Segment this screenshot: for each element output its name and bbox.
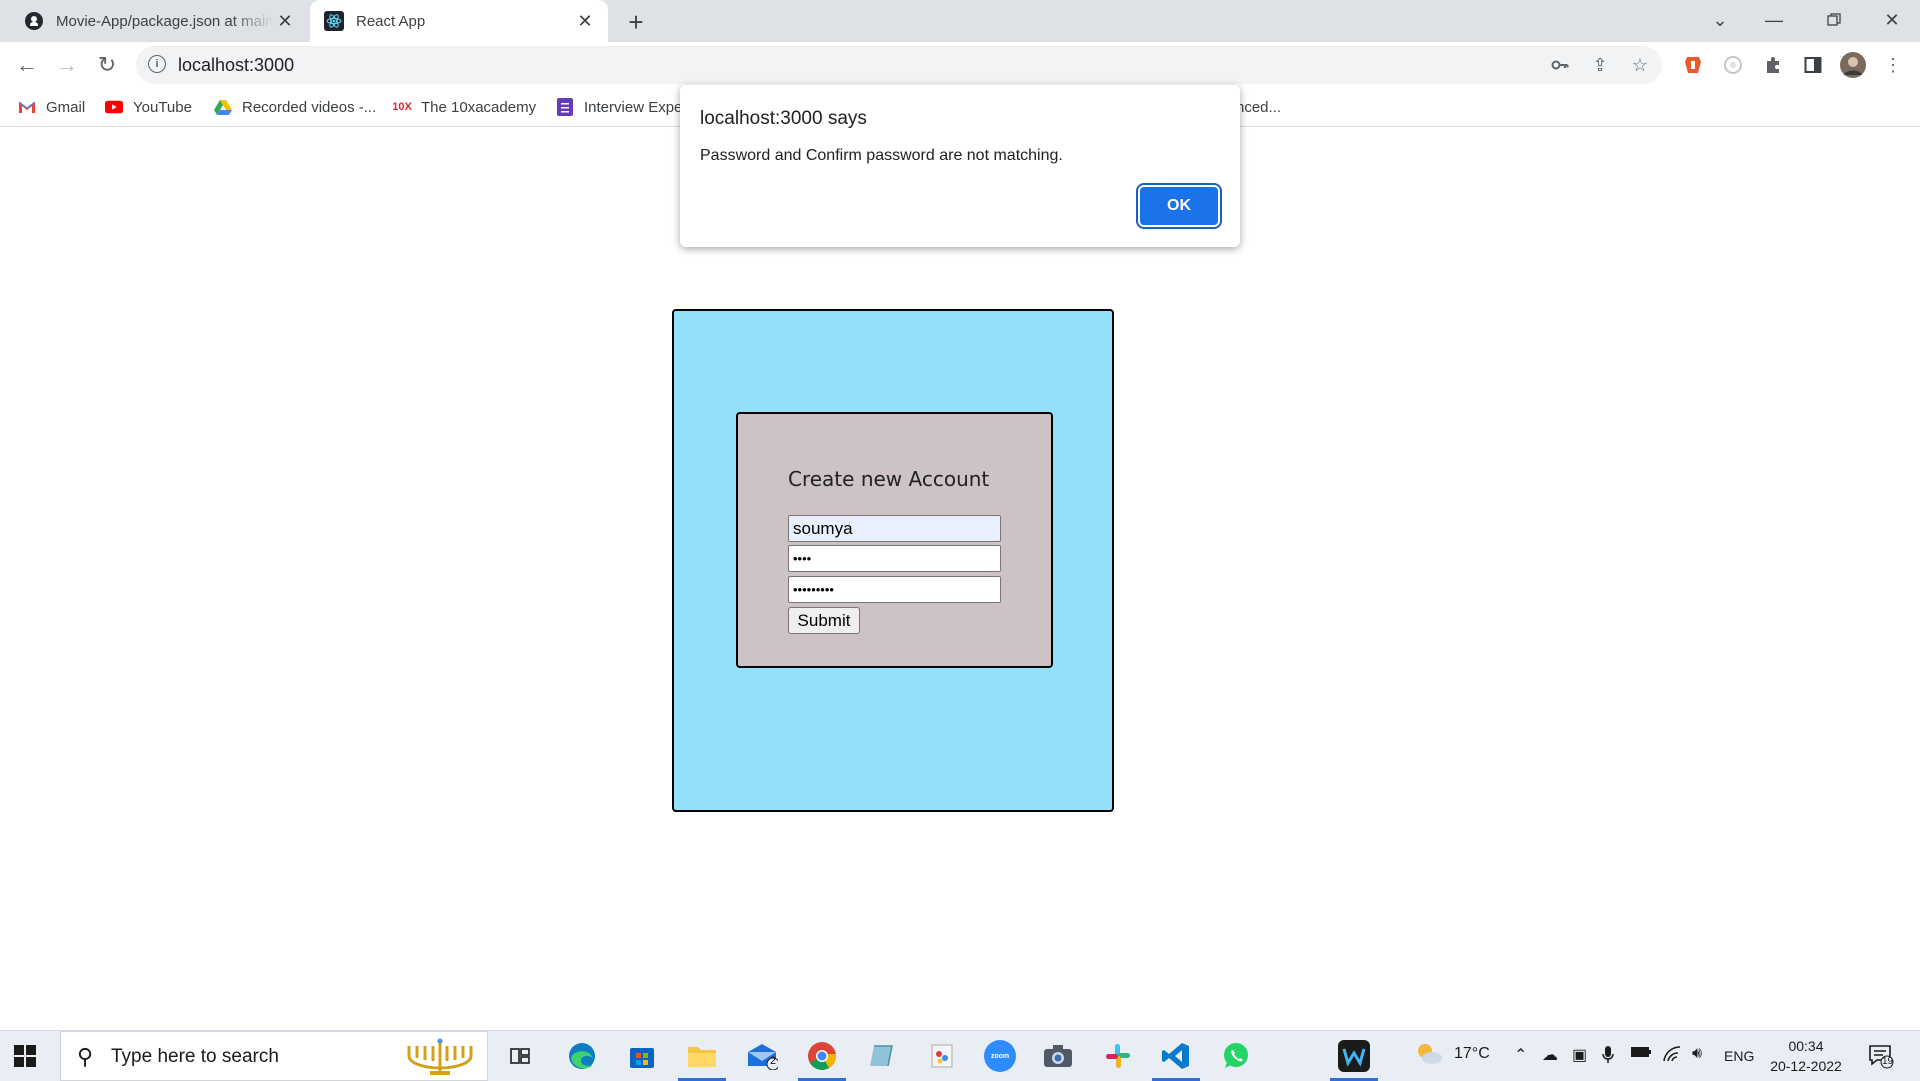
10x-icon: 10X (392, 101, 412, 113)
form-heading: Create new Account (788, 467, 990, 491)
bookmark-youtube[interactable]: YouTube (105, 96, 192, 118)
onedrive-icon[interactable]: ☁ (1542, 1045, 1558, 1065)
mail-icon[interactable]: 2 (746, 1040, 778, 1072)
extension-brave-icon[interactable] (1679, 51, 1707, 79)
tab-react-app[interactable]: React App ✕ (310, 0, 608, 42)
new-tab-button[interactable]: + (622, 7, 650, 37)
search-icon: ⚲ (77, 1044, 94, 1069)
close-icon[interactable]: ✕ (574, 10, 596, 32)
url-text: localhost:3000 (178, 55, 295, 75)
windows-taskbar: ⚲ Type here to search 2 zoom 17°C ⌃ ☁ ▣ … (0, 1030, 1920, 1081)
key-icon[interactable] (1547, 52, 1573, 78)
task-view-icon[interactable] (504, 1040, 536, 1072)
notification-count: 19 (1882, 1056, 1894, 1067)
tab-search-icon[interactable]: ⌄ (1692, 0, 1748, 40)
bookmark-label: The 10xacademy (421, 98, 537, 116)
reload-icon[interactable]: ↻ (91, 49, 123, 81)
weather-icon[interactable] (1414, 1041, 1444, 1072)
avatar[interactable] (1839, 51, 1867, 79)
bookmark-star-icon[interactable]: ☆ (1627, 52, 1653, 78)
camera-icon[interactable] (1042, 1040, 1074, 1072)
clock-date: 20-12-2022 (1770, 1058, 1842, 1074)
minimize-button[interactable]: — (1746, 0, 1802, 40)
battery-icon[interactable] (1630, 1045, 1652, 1064)
file-explorer-icon[interactable] (678, 1040, 726, 1081)
wifi-icon[interactable] (1662, 1045, 1682, 1068)
react-icon (324, 11, 344, 31)
webex-icon[interactable] (1330, 1040, 1378, 1081)
paint-icon[interactable] (926, 1040, 958, 1072)
restore-button[interactable] (1806, 0, 1862, 40)
bookmark-label: Interview Expe (584, 98, 683, 116)
bookmark-interview[interactable]: Interview Expe (556, 96, 682, 118)
close-icon[interactable]: ✕ (274, 10, 296, 32)
bookmark-recorded-videos[interactable]: Recorded videos -... (214, 96, 376, 118)
notepad-icon[interactable] (866, 1040, 898, 1072)
volume-icon[interactable]: 🔊︎ (1692, 1045, 1702, 1063)
windows-start-icon[interactable] (14, 1045, 36, 1067)
alert-dialog: localhost:3000 says Password and Confirm… (680, 85, 1240, 247)
tab-github[interactable]: Movie-App/package.json at main ✕ (12, 0, 308, 42)
share-icon[interactable]: ⇪ (1587, 52, 1613, 78)
username-input[interactable]: soumya (788, 515, 1001, 542)
back-icon[interactable]: ← (11, 49, 43, 81)
slack-icon[interactable] (1102, 1040, 1134, 1072)
bookmark-label: Recorded videos -... (242, 98, 377, 116)
chrome-icon[interactable] (798, 1040, 846, 1081)
microphone-icon[interactable] (1602, 1045, 1614, 1070)
submit-button[interactable]: Submit (788, 607, 860, 634)
more-menu-icon[interactable]: ⋮ (1879, 51, 1907, 79)
chevron-up-icon[interactable]: ⌃ (1514, 1045, 1527, 1065)
edge-icon[interactable] (566, 1040, 598, 1072)
bookmark-label: YouTube (133, 98, 192, 116)
mail-badge: 2 (770, 1055, 777, 1067)
whatsapp-icon[interactable] (1220, 1040, 1252, 1072)
forward-icon[interactable]: → (51, 49, 83, 81)
alert-message: Password and Confirm password are not ma… (700, 147, 1063, 164)
github-icon (24, 11, 44, 31)
side-panel-icon[interactable] (1799, 51, 1827, 79)
confirm-password-input[interactable]: ••••••••• (788, 576, 1001, 603)
bookmark-label: Gmail (46, 98, 86, 116)
menorah-icon (407, 1038, 473, 1075)
microsoft-store-icon[interactable] (626, 1040, 658, 1072)
language-indicator[interactable]: ENG (1724, 1048, 1754, 1064)
tab-title: Movie-App/package.json at main (56, 12, 274, 30)
search-placeholder: Type here to search (111, 1046, 279, 1067)
meet-now-icon[interactable]: ▣ (1572, 1045, 1587, 1065)
alert-title: localhost:3000 says (700, 108, 867, 129)
notification-center-icon[interactable]: 19 (1868, 1043, 1894, 1069)
extensions-puzzle-icon[interactable] (1759, 51, 1787, 79)
browser-toolbar: ← → ↻ i localhost:3000 ⇪ ☆ ⋮ (0, 42, 1920, 88)
extension-clock-icon[interactable] (1719, 51, 1747, 79)
taskbar-search-box[interactable]: ⚲ Type here to search (60, 1031, 488, 1081)
username-value: soumya (793, 518, 853, 538)
tab-title: React App (356, 12, 426, 30)
google-drive-icon (214, 98, 232, 116)
site-info-icon[interactable]: i (148, 55, 166, 73)
ok-button[interactable]: OK (1140, 187, 1218, 225)
close-window-button[interactable]: ✕ (1864, 0, 1920, 40)
gmail-icon (18, 98, 36, 116)
form-icon (556, 98, 574, 116)
clock-time: 00:34 (1788, 1038, 1824, 1054)
system-clock[interactable]: 00:34 20-12-2022 (1760, 1036, 1852, 1076)
zoom-icon[interactable]: zoom (984, 1040, 1016, 1072)
address-bar[interactable]: i localhost:3000 ⇪ ☆ (136, 46, 1662, 84)
bookmark-advanced[interactable]: nced... (1236, 96, 1281, 118)
bookmark-label: nced... (1236, 98, 1282, 116)
bookmark-10xacademy[interactable]: 10X The 10xacademy (392, 96, 537, 118)
weather-temp[interactable]: 17°C (1454, 1045, 1490, 1063)
password-mask: •••• (793, 551, 812, 566)
confirm-password-mask: ••••••••• (793, 582, 834, 597)
bookmark-gmail[interactable]: Gmail (18, 96, 85, 118)
tab-strip: Movie-App/package.json at main ✕ React A… (0, 0, 1920, 42)
vscode-icon[interactable] (1152, 1040, 1200, 1081)
password-input[interactable]: •••• (788, 545, 1001, 572)
youtube-icon (105, 98, 123, 116)
